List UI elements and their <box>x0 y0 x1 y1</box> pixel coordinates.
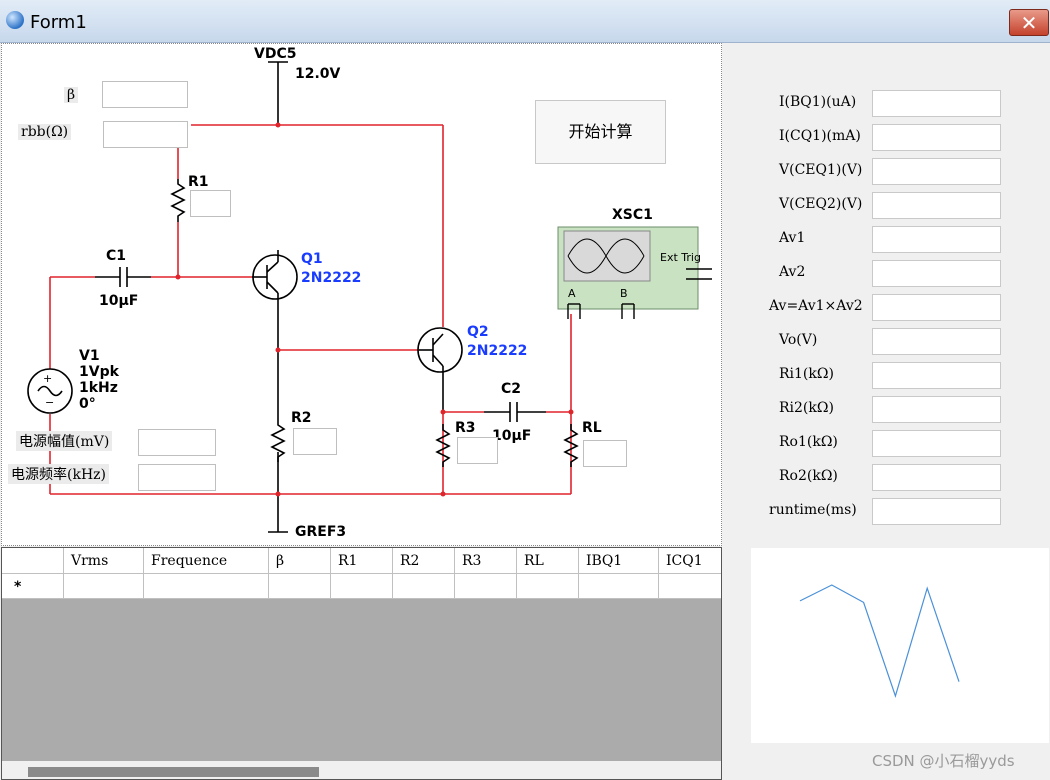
r1-label: R1 <box>188 174 209 190</box>
grid-cell[interactable] <box>2 574 64 599</box>
scrollbar-thumb[interactable] <box>28 767 319 777</box>
freq-label: 电源频率(kHz) <box>8 464 109 484</box>
svg-text:+: + <box>43 372 52 385</box>
r2-label: R2 <box>291 410 312 426</box>
grid-column-header[interactable]: RL <box>517 548 579 574</box>
result-field[interactable] <box>872 294 1001 321</box>
grid-column-header[interactable]: β <box>269 548 331 574</box>
beta-label: β <box>64 87 79 103</box>
r3-input[interactable] <box>457 437 498 464</box>
q2-model: 2N2222 <box>467 343 527 359</box>
grid-column-header[interactable] <box>2 548 64 574</box>
scope-trig: Ext Trig <box>660 251 701 264</box>
ground-label: GREF3 <box>295 524 346 540</box>
grid-column-header[interactable]: ICQ1 <box>659 548 721 574</box>
result-label: Av1 <box>779 230 806 246</box>
grid-column-header[interactable]: Frequence <box>144 548 269 574</box>
new-row-marker: * <box>14 579 22 595</box>
vdc-value: 12.0V <box>295 66 341 82</box>
result-field[interactable] <box>872 362 1001 389</box>
v1-amp: 1Vpk <box>79 364 120 380</box>
r2-input[interactable] <box>293 428 337 455</box>
c2-label: C2 <box>501 381 521 397</box>
result-label: Ri1(kΩ) <box>779 366 834 382</box>
grid-cell[interactable] <box>331 574 393 599</box>
q1-model: 2N2222 <box>301 270 361 286</box>
rl-label: RL <box>582 420 602 436</box>
r1-input[interactable] <box>190 190 231 217</box>
title-bar: Form1 ✕ <box>0 0 1050 43</box>
q2-label: Q2 <box>467 324 489 340</box>
amp-label: 电源幅值(mV) <box>16 431 113 451</box>
result-label: V(CEQ2)(V) <box>779 196 863 212</box>
grid-cell[interactable] <box>64 574 144 599</box>
result-field[interactable] <box>872 124 1001 151</box>
grid-cell[interactable] <box>659 574 721 599</box>
c1-value: 10µF <box>99 293 138 309</box>
rbb-label: rbb(Ω) <box>18 124 72 140</box>
start-calc-button[interactable]: 开始计算 <box>535 100 666 164</box>
data-grid[interactable]: Vrms Frequence β R1 R2 R3 RL IBQ1 ICQ1 * <box>1 547 722 780</box>
scope-a: A <box>568 287 576 300</box>
r3-label: R3 <box>455 420 476 436</box>
result-label: Av2 <box>779 264 806 280</box>
c1-label: C1 <box>106 248 126 264</box>
rl-input[interactable] <box>583 440 627 467</box>
window-title: Form1 <box>30 12 87 33</box>
vdc-name: VDC5 <box>254 46 296 62</box>
result-label: I(CQ1)(mA) <box>779 128 861 144</box>
grid-column-header[interactable]: R1 <box>331 548 393 574</box>
result-label: V(CEQ1)(V) <box>779 162 863 178</box>
result-label: Av=Av1×Av2 <box>769 298 863 314</box>
v1-label: V1 <box>79 348 100 364</box>
scope-label: XSC1 <box>612 207 653 223</box>
chart-line-series <box>799 584 960 698</box>
result-field[interactable] <box>872 464 1001 491</box>
result-field[interactable] <box>872 90 1001 117</box>
q1-label: Q1 <box>301 251 323 267</box>
result-field[interactable] <box>872 430 1001 457</box>
horizontal-scrollbar[interactable] <box>2 761 721 779</box>
result-field[interactable] <box>872 396 1001 423</box>
result-field[interactable] <box>872 192 1001 219</box>
grid-cell[interactable] <box>517 574 579 599</box>
result-label: runtime(ms) <box>769 502 857 518</box>
v1-freq: 1kHz <box>79 380 118 396</box>
svg-text:−: − <box>45 396 54 409</box>
result-field[interactable] <box>872 260 1001 287</box>
grid-column-header[interactable]: R3 <box>455 548 517 574</box>
grid-cell[interactable] <box>144 574 269 599</box>
amp-input[interactable] <box>138 429 216 456</box>
freq-input[interactable] <box>138 464 216 491</box>
result-label: Ri2(kΩ) <box>779 400 834 416</box>
grid-column-header[interactable]: Vrms <box>64 548 144 574</box>
grid-cell[interactable] <box>455 574 517 599</box>
grid-cell[interactable] <box>393 574 455 599</box>
result-label: I(BQ1)(uA) <box>779 94 857 110</box>
close-button[interactable]: ✕ <box>1009 9 1049 36</box>
beta-input[interactable] <box>102 81 188 108</box>
result-label: Vo(V) <box>779 332 818 348</box>
grid-cell[interactable] <box>269 574 331 599</box>
result-field[interactable] <box>872 328 1001 355</box>
result-label: Ro2(kΩ) <box>779 468 838 484</box>
scope-b: B <box>620 287 628 300</box>
watermark: CSDN @小石榴yyds <box>872 752 1015 770</box>
grid-column-header[interactable]: IBQ1 <box>579 548 659 574</box>
result-field[interactable] <box>872 158 1001 185</box>
grid-column-header[interactable]: R2 <box>393 548 455 574</box>
result-field[interactable] <box>872 498 1001 525</box>
rbb-input[interactable] <box>103 121 188 148</box>
result-label: Ro1(kΩ) <box>779 434 838 450</box>
line-chart <box>751 548 1049 743</box>
app-icon <box>6 11 24 29</box>
v1-phase: 0° <box>79 396 96 412</box>
result-field[interactable] <box>872 226 1001 253</box>
grid-cell[interactable] <box>579 574 659 599</box>
